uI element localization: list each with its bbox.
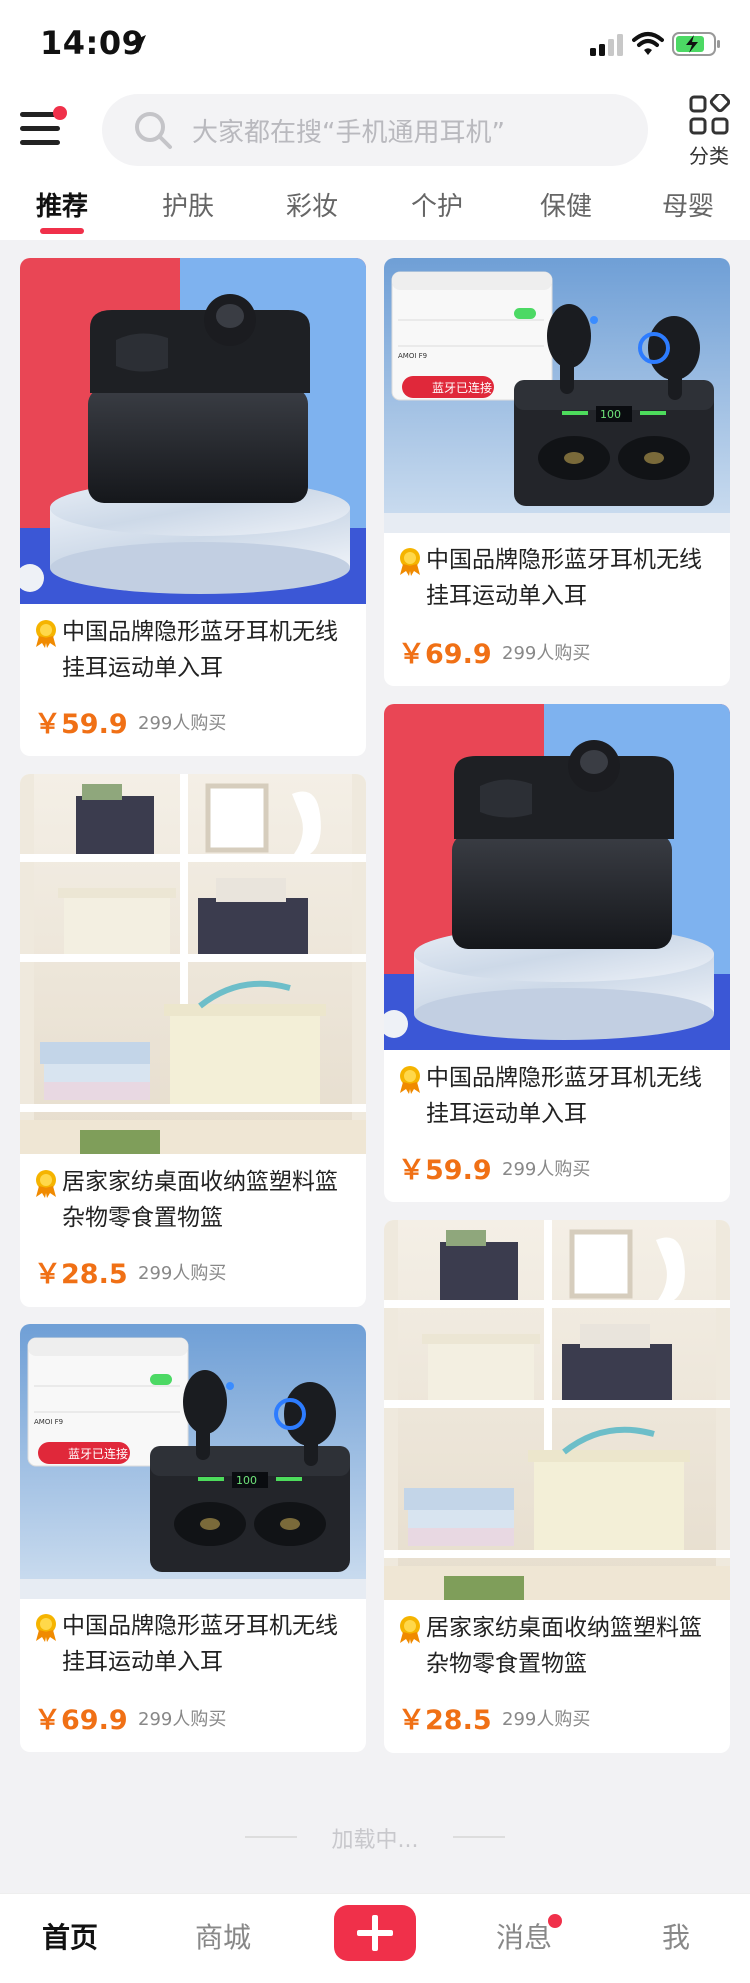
product-image — [384, 704, 730, 1050]
power-display-text: 100 — [600, 408, 621, 421]
search-bar[interactable]: 大家都在搜“手机通用耳机” — [102, 94, 648, 166]
tab-mother-baby[interactable]: 母婴 — [662, 186, 714, 223]
bluetooth-connected-text: 蓝牙已连接 — [432, 380, 492, 395]
quality-badge-icon — [400, 548, 420, 576]
product-price: ￥69.9 — [398, 639, 492, 670]
search-placeholder: 大家都在搜“手机通用耳机” — [192, 118, 505, 148]
loading-divider-right — [453, 1836, 505, 1838]
header: 14:09 大家都在搜“手机通用耳机” 分类 推荐 护肤 彩妆 个护 保健 母婴 — [0, 0, 750, 240]
product-price: ￥59.9 — [398, 1155, 492, 1186]
product-title: 中国品牌隐形蓝牙耳机无线挂耳运动单入耳 — [426, 547, 702, 609]
quality-badge-icon — [36, 620, 56, 648]
loading-indicator: 加载中... — [0, 1822, 750, 1853]
active-tab-indicator — [40, 228, 84, 234]
product-title-wrap: 中国品牌隐形蓝牙耳机无线挂耳运动单入耳 — [396, 542, 718, 614]
product-buyers: 299人购买 — [138, 1709, 227, 1730]
bluetooth-connected-text: 蓝牙已连接 — [68, 1446, 128, 1461]
product-title: 居家家纺桌面收纳篮塑料篮杂物零食置物篮 — [426, 1615, 702, 1677]
product-image — [20, 774, 366, 1154]
menu-button[interactable] — [18, 102, 67, 154]
product-price: ￥59.9 — [34, 709, 128, 740]
battery-charging-icon — [672, 32, 720, 56]
menu-notification-dot — [53, 106, 67, 120]
product-card[interactable]: 居家家纺桌面收纳篮塑料篮杂物零食置物篮 ￥28.5 299人购买 — [20, 774, 366, 1307]
product-title-wrap: 居家家纺桌面收纳篮塑料篮杂物零食置物篮 — [396, 1610, 718, 1682]
tab-health[interactable]: 保健 — [540, 186, 592, 223]
product-title: 居家家纺桌面收纳篮塑料篮杂物零食置物篮 — [62, 1169, 338, 1231]
messages-notification-dot — [548, 1914, 562, 1928]
quality-badge-icon — [36, 1614, 56, 1642]
product-buyers: 299人购买 — [502, 643, 591, 664]
quality-badge-icon — [400, 1616, 420, 1644]
product-image: 蓝牙已连接 AMOI F9 100 — [20, 1324, 366, 1599]
device-name-text: AMOI F9 — [34, 1418, 63, 1426]
product-title: 中国品牌隐形蓝牙耳机无线挂耳运动单入耳 — [426, 1065, 702, 1127]
cellular-signal-icon — [590, 34, 623, 56]
category-grid-icon — [689, 94, 730, 135]
product-title-wrap: 居家家纺桌面收纳篮塑料篮杂物零食置物篮 — [32, 1164, 354, 1236]
bottom-tab-bar: 首页 商城 消息 我 — [0, 1893, 750, 1983]
product-title-wrap: 中国品牌隐形蓝牙耳机无线挂耳运动单入耳 — [396, 1060, 718, 1132]
product-card[interactable]: 居家家纺桌面收纳篮塑料篮杂物零食置物篮 ￥28.5 299人购买 — [384, 1220, 730, 1753]
product-title-wrap: 中国品牌隐形蓝牙耳机无线挂耳运动单入耳 — [32, 614, 354, 686]
status-bar: 14:09 — [0, 0, 750, 88]
product-image — [384, 1220, 730, 1600]
product-buyers: 299人购买 — [502, 1709, 591, 1730]
tab-makeup[interactable]: 彩妆 — [286, 186, 338, 223]
product-price: ￥28.5 — [398, 1705, 492, 1736]
product-buyers: 299人购买 — [138, 713, 227, 734]
device-name-text: AMOI F9 — [398, 352, 427, 360]
tab-recommend[interactable]: 推荐 — [36, 186, 88, 223]
wifi-icon — [632, 32, 664, 55]
product-card[interactable]: 蓝牙已连接 AMOI F9 100 中国品牌隐形蓝牙耳机无线挂耳运动单入耳 ￥6… — [20, 1324, 366, 1752]
location-arrow-icon — [128, 35, 146, 53]
product-image: 蓝牙已连接 AMOI F9 100 — [384, 258, 730, 533]
loading-text: 加载中... — [331, 1828, 419, 1853]
product-card[interactable]: 蓝牙已连接 AMOI F9 100 中国品牌隐形蓝牙耳机无线挂耳运动单入耳 ￥6… — [384, 258, 730, 686]
product-card[interactable]: 中国品牌隐形蓝牙耳机无线挂耳运动单入耳 ￥59.9 299人购买 — [20, 258, 366, 756]
tab-personal-care[interactable]: 个护 — [411, 186, 463, 223]
publish-button[interactable] — [334, 1905, 416, 1961]
quality-badge-icon — [36, 1170, 56, 1198]
product-buyers: 299人购买 — [138, 1263, 227, 1284]
tab-mall[interactable]: 商城 — [195, 1916, 251, 1956]
search-icon — [135, 112, 172, 149]
category-label: 分类 — [689, 144, 729, 168]
product-price: ￥69.9 — [34, 1705, 128, 1736]
tab-home[interactable]: 首页 — [42, 1916, 98, 1956]
product-card[interactable]: 中国品牌隐形蓝牙耳机无线挂耳运动单入耳 ￥59.9 299人购买 — [384, 704, 730, 1202]
product-image — [20, 258, 366, 604]
category-tabs: 推荐 护肤 彩妆 个护 保健 母婴 — [0, 186, 750, 240]
quality-badge-icon — [400, 1066, 420, 1094]
product-title-wrap: 中国品牌隐形蓝牙耳机无线挂耳运动单入耳 — [32, 1608, 354, 1680]
product-buyers: 299人购买 — [502, 1159, 591, 1180]
product-title: 中国品牌隐形蓝牙耳机无线挂耳运动单入耳 — [62, 1613, 338, 1675]
product-title: 中国品牌隐形蓝牙耳机无线挂耳运动单入耳 — [62, 619, 338, 681]
power-display-text: 100 — [236, 1474, 257, 1487]
tab-messages[interactable]: 消息 — [496, 1916, 552, 1956]
tab-skincare[interactable]: 护肤 — [162, 186, 214, 223]
product-price: ￥28.5 — [34, 1259, 128, 1290]
category-button[interactable]: 分类 — [680, 94, 738, 168]
tab-me[interactable]: 我 — [662, 1916, 690, 1956]
